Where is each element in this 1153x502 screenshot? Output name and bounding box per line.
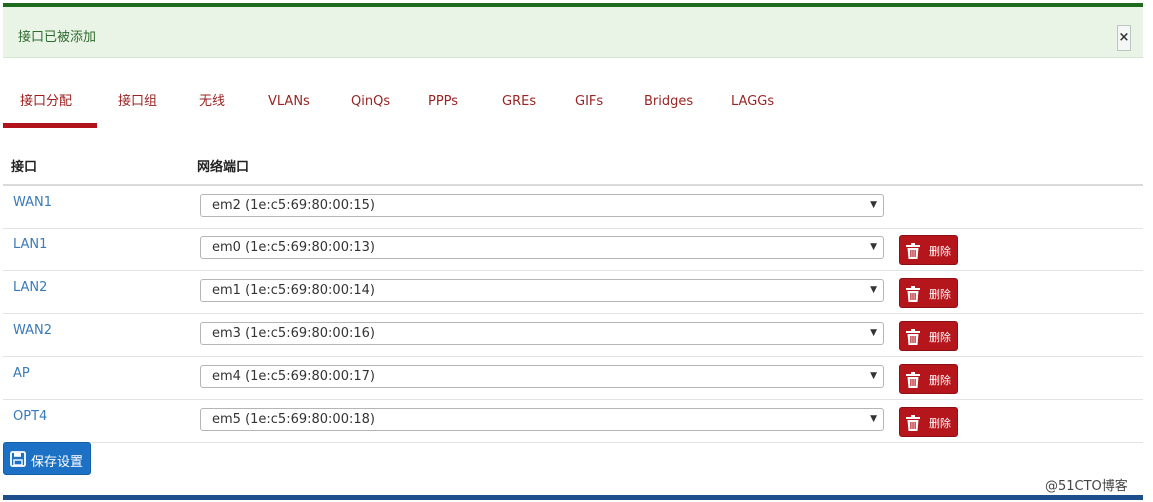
select-value: em1 (1e:c5:69:80:00:14) bbox=[212, 283, 375, 298]
tab-vlans[interactable]: VLANs bbox=[268, 86, 310, 128]
delete-button-label: 删除 bbox=[929, 375, 951, 387]
table-row: AP em4 (1e:c5:69:80:00:17) ▼ 删除 bbox=[3, 357, 1143, 400]
delete-button[interactable]: 删除 bbox=[899, 278, 958, 308]
delete-button[interactable]: 删除 bbox=[899, 407, 958, 437]
trash-icon bbox=[906, 415, 920, 431]
delete-button[interactable]: 删除 bbox=[899, 364, 958, 394]
footer-bar bbox=[3, 495, 1143, 500]
interface-link[interactable]: WAN2 bbox=[13, 323, 52, 338]
tab-gifs[interactable]: GIFs bbox=[575, 86, 603, 128]
chevron-down-icon: ▼ bbox=[870, 200, 877, 210]
interface-link[interactable]: AP bbox=[13, 366, 30, 381]
chevron-down-icon: ▼ bbox=[870, 371, 877, 381]
tab-wireless[interactable]: 无线 bbox=[199, 86, 225, 128]
select-value: em3 (1e:c5:69:80:00:16) bbox=[212, 326, 375, 341]
delete-button-label: 删除 bbox=[929, 246, 951, 258]
table-row: WAN2 em3 (1e:c5:69:80:00:16) ▼ 删除 bbox=[3, 314, 1143, 357]
chevron-down-icon: ▼ bbox=[870, 414, 877, 424]
network-port-select[interactable]: em5 (1e:c5:69:80:00:18) ▼ bbox=[200, 408, 884, 431]
trash-icon bbox=[906, 243, 920, 259]
tab-interface-assignments[interactable]: 接口分配 bbox=[3, 86, 97, 128]
interface-link[interactable]: WAN1 bbox=[13, 195, 52, 210]
interface-link[interactable]: OPT4 bbox=[13, 409, 47, 424]
close-icon[interactable]: × bbox=[1117, 25, 1131, 51]
select-value: em5 (1e:c5:69:80:00:18) bbox=[212, 412, 375, 427]
select-value: em2 (1e:c5:69:80:00:15) bbox=[212, 198, 375, 213]
network-port-select[interactable]: em4 (1e:c5:69:80:00:17) ▼ bbox=[200, 365, 884, 388]
tab-gres[interactable]: GREs bbox=[502, 86, 536, 128]
tab-laggs[interactable]: LAGGs bbox=[731, 86, 774, 128]
trash-icon bbox=[906, 286, 920, 302]
trash-icon bbox=[906, 329, 920, 345]
tab-ppps[interactable]: PPPs bbox=[428, 86, 458, 128]
column-header-interface: 接口 bbox=[11, 160, 38, 175]
network-port-select[interactable]: em0 (1e:c5:69:80:00:13) ▼ bbox=[200, 236, 884, 259]
tab-bar: 接口分配 接口组 无线 VLANs QinQs PPPs GREs GIFs B… bbox=[3, 86, 1143, 128]
trash-icon bbox=[906, 372, 920, 388]
delete-button[interactable]: 删除 bbox=[899, 235, 958, 265]
alert-message: 接口已被添加 bbox=[18, 30, 97, 45]
network-port-select[interactable]: em1 (1e:c5:69:80:00:14) ▼ bbox=[200, 279, 884, 302]
chevron-down-icon: ▼ bbox=[870, 328, 877, 338]
table-row: LAN1 em0 (1e:c5:69:80:00:13) ▼ 删除 bbox=[3, 228, 1143, 271]
table-row: OPT4 em5 (1e:c5:69:80:00:18) ▼ 删除 bbox=[3, 400, 1143, 443]
interface-link[interactable]: LAN2 bbox=[13, 280, 47, 295]
save-button[interactable]: 保存设置 bbox=[3, 442, 91, 475]
select-value: em4 (1e:c5:69:80:00:17) bbox=[212, 369, 375, 384]
success-alert: 接口已被添加 × bbox=[3, 3, 1143, 58]
network-port-select[interactable]: em3 (1e:c5:69:80:00:16) ▼ bbox=[200, 322, 884, 345]
chevron-down-icon: ▼ bbox=[870, 242, 877, 252]
delete-button-label: 删除 bbox=[929, 418, 951, 430]
chevron-down-icon: ▼ bbox=[870, 285, 877, 295]
column-header-network-port: 网络端口 bbox=[197, 160, 250, 175]
select-value: em0 (1e:c5:69:80:00:13) bbox=[212, 240, 375, 255]
interface-link[interactable]: LAN1 bbox=[13, 237, 47, 252]
table-row: LAN2 em1 (1e:c5:69:80:00:14) ▼ 删除 bbox=[3, 271, 1143, 314]
delete-button[interactable]: 删除 bbox=[899, 321, 958, 351]
tab-qinqs[interactable]: QinQs bbox=[351, 86, 390, 128]
delete-button-label: 删除 bbox=[929, 332, 951, 344]
tab-bridges[interactable]: Bridges bbox=[644, 86, 693, 128]
network-port-select[interactable]: em2 (1e:c5:69:80:00:15) ▼ bbox=[200, 194, 884, 217]
table-row: WAN1 em2 (1e:c5:69:80:00:15) ▼ bbox=[3, 186, 1143, 229]
save-button-label: 保存设置 bbox=[31, 454, 84, 469]
tab-interface-groups[interactable]: 接口组 bbox=[118, 86, 157, 128]
save-icon bbox=[10, 451, 26, 467]
delete-button-label: 删除 bbox=[929, 289, 951, 301]
watermark: @51CTO博客 bbox=[1045, 479, 1128, 494]
